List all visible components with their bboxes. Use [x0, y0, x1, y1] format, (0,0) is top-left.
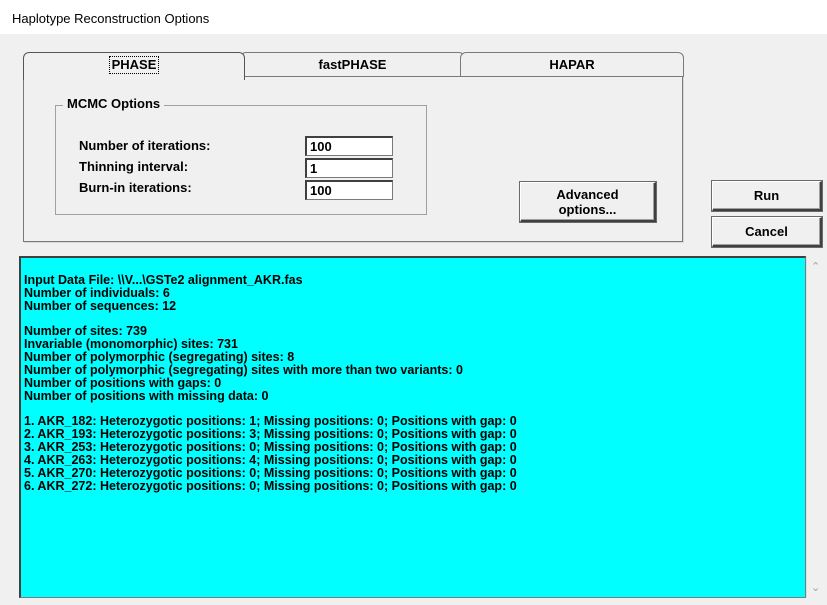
output-line: Number of positions with missing data: 0	[24, 389, 269, 403]
iterations-input[interactable]	[305, 136, 393, 156]
cancel-button[interactable]: Cancel	[712, 217, 822, 247]
advanced-options-label-1: Advanced	[556, 187, 619, 202]
thinning-input[interactable]	[305, 158, 393, 178]
output-log[interactable]: Input Data File: \\V...\GSTe2 alignment_…	[19, 256, 806, 598]
thinning-label: Thinning interval:	[79, 159, 189, 174]
tab-phase[interactable]: PHASE	[23, 52, 245, 80]
chevron-down-icon[interactable]: ⌄	[811, 581, 820, 594]
burnin-input[interactable]	[305, 180, 393, 200]
output-line: 6. AKR_272: Heterozygotic positions: 0; …	[24, 479, 517, 493]
output-line: Number of sequences: 12	[24, 299, 177, 313]
advanced-options-label-2: options...	[558, 202, 617, 217]
tab-phase-label: PHASE	[108, 56, 160, 74]
tab-hapar[interactable]: HAPAR	[460, 52, 684, 78]
title-bar: Haplotype Reconstruction Options	[0, 0, 827, 34]
mcmc-options-title: MCMC Options	[63, 96, 165, 111]
tab-hapar-label: HAPAR	[549, 57, 595, 72]
tab-fastphase[interactable]: fastPHASE	[240, 52, 465, 78]
tab-fastphase-label: fastPHASE	[318, 57, 387, 72]
chevron-up-icon[interactable]: ⌃	[811, 260, 820, 273]
output-scrollbar[interactable]: ⌃ ⌄	[806, 256, 826, 598]
dialog-window: Haplotype Reconstruction Options PHASE f…	[0, 0, 827, 605]
burnin-label: Burn-in iterations:	[79, 180, 192, 195]
window-title: Haplotype Reconstruction Options	[12, 11, 210, 26]
iterations-label: Number of iterations:	[79, 138, 211, 153]
advanced-options-button[interactable]: Advanced options...	[520, 182, 656, 222]
run-button[interactable]: Run	[712, 181, 822, 211]
output-text: Input Data File: \\V...\GSTe2 alignment_…	[24, 274, 794, 493]
